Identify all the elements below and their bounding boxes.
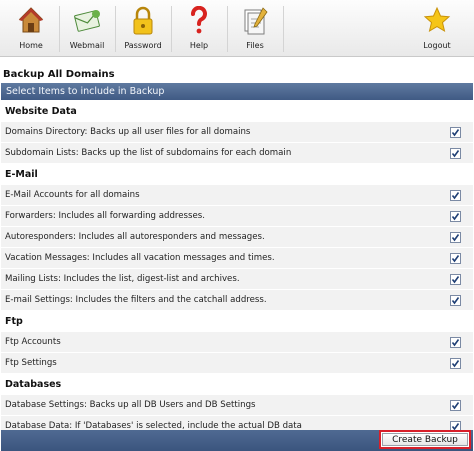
toolbar: Home Webmail Password Help Files Logout — [0, 0, 474, 57]
toolbar-files-label: Files — [246, 41, 264, 50]
star-icon — [423, 6, 451, 33]
backup-option-row: Mailing Lists: Includes the list, digest… — [1, 269, 473, 290]
section-header: E-Mail — [1, 164, 473, 185]
backup-option-row: Ftp Settings — [1, 353, 473, 374]
toolbar-divider — [227, 6, 228, 52]
toolbar-home-label: Home — [19, 41, 43, 50]
backup-table-header: Select Items to include in Backup — [1, 83, 473, 100]
backup-option-checkbox[interactable] — [450, 127, 461, 138]
backup-option-row: Ftp Accounts — [1, 332, 473, 353]
section-title: Databases — [5, 379, 62, 390]
backup-option-checkbox[interactable] — [450, 253, 461, 264]
section-title: Ftp — [5, 316, 23, 327]
section-title: Website Data — [5, 106, 77, 117]
create-backup-button[interactable]: Create Backup — [382, 433, 468, 446]
toolbar-logout-label: Logout — [423, 41, 451, 50]
backup-option-checkbox[interactable] — [450, 337, 461, 348]
webmail-icon — [74, 10, 100, 32]
toolbar-help-label: Help — [189, 41, 209, 50]
backup-option-label: E-mail Settings: Includes the filters an… — [5, 295, 267, 305]
backup-option-label: Forwarders: Includes all forwarding addr… — [5, 211, 205, 221]
question-icon — [191, 6, 207, 34]
backup-option-label: Autoresponders: Includes all autorespond… — [5, 232, 265, 242]
backup-option-label: Ftp Settings — [5, 358, 57, 368]
backup-option-checkbox[interactable] — [450, 190, 461, 201]
section-header: Databases — [1, 374, 473, 395]
backup-option-label: Database Settings: Backs up all DB Users… — [5, 400, 256, 410]
backup-option-row: Vacation Messages: Includes all vacation… — [1, 248, 473, 269]
backup-option-label: Ftp Accounts — [5, 337, 61, 347]
toolbar-help[interactable]: Help — [174, 0, 224, 56]
backup-option-row: E-Mail Accounts for all domains — [1, 185, 473, 206]
backup-option-checkbox[interactable] — [450, 211, 461, 222]
backup-option-checkbox[interactable] — [450, 232, 461, 243]
backup-option-label: Subdomain Lists: Backs up the list of su… — [5, 148, 292, 158]
backup-option-label: Vacation Messages: Includes all vacation… — [5, 253, 275, 263]
backup-option-label: Mailing Lists: Includes the list, digest… — [5, 274, 240, 284]
toolbar-password-label: Password — [124, 41, 162, 50]
backup-option-label: Domains Directory: Backs up all user fil… — [5, 127, 251, 137]
create-backup-button-highlight[interactable]: Create Backup — [379, 430, 471, 449]
lock-icon — [133, 6, 153, 35]
page-title: Backup All Domains — [3, 69, 115, 80]
toolbar-password[interactable]: Password — [118, 0, 168, 56]
backup-option-label: E-Mail Accounts for all domains — [5, 190, 140, 200]
backup-option-checkbox[interactable] — [450, 400, 461, 411]
backup-option-checkbox[interactable] — [450, 358, 461, 369]
backup-options-table: Website Data Domains Directory: Backs up … — [1, 101, 473, 437]
backup-option-checkbox[interactable] — [450, 148, 461, 159]
toolbar-divider — [115, 6, 116, 52]
toolbar-divider — [59, 6, 60, 52]
toolbar-home[interactable]: Home — [6, 0, 56, 56]
backup-option-checkbox[interactable] — [450, 274, 461, 285]
backup-option-row: Forwarders: Includes all forwarding addr… — [1, 206, 473, 227]
toolbar-webmail-label: Webmail — [69, 41, 105, 50]
toolbar-divider — [171, 6, 172, 52]
toolbar-logout[interactable]: Logout — [412, 0, 462, 56]
backup-option-row: Database Settings: Backs up all DB Users… — [1, 395, 473, 416]
toolbar-divider — [283, 6, 284, 52]
files-icon — [244, 7, 268, 35]
section-title: E-Mail — [5, 169, 38, 180]
section-header: Website Data — [1, 101, 473, 122]
toolbar-files[interactable]: Files — [230, 0, 280, 56]
backup-option-row: Subdomain Lists: Backs up the list of su… — [1, 143, 473, 164]
backup-option-row: Autoresponders: Includes all autorespond… — [1, 227, 473, 248]
toolbar-webmail[interactable]: Webmail — [62, 0, 112, 56]
section-header: Ftp — [1, 311, 473, 332]
backup-option-row: E-mail Settings: Includes the filters an… — [1, 290, 473, 311]
home-icon — [18, 7, 44, 33]
backup-option-row: Domains Directory: Backs up all user fil… — [1, 122, 473, 143]
backup-option-checkbox[interactable] — [450, 295, 461, 306]
